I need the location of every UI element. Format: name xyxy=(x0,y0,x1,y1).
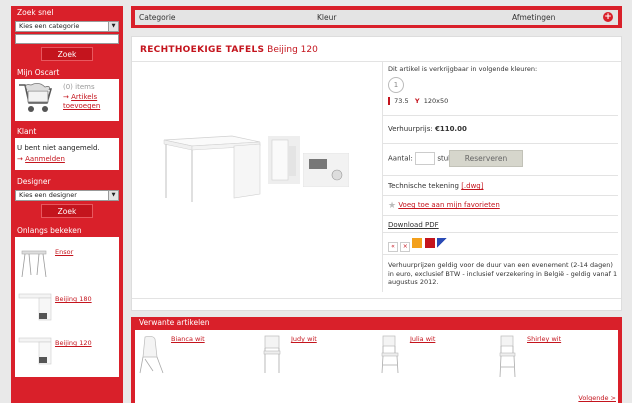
desk-thumbnail xyxy=(18,293,52,321)
mijn-oscart-box: (0) items → Artikels toevoegen xyxy=(15,79,119,121)
recent-item-label: Beijing 180 xyxy=(55,295,92,303)
mijn-oscart-title: Mijn Oscart xyxy=(11,66,123,79)
related-item-label: Bianca wit xyxy=(171,335,205,343)
category-select[interactable]: Kies een categorie ▼ xyxy=(15,21,119,32)
color-swatch[interactable]: 1 xyxy=(388,77,404,93)
recent-box: Ensor Beijing 180 Beijing 120 xyxy=(15,237,119,377)
download-section: Download PDF xyxy=(383,216,618,233)
related-item-label: Judy wit xyxy=(291,335,317,343)
colors-section: Dit artikel is verkrijgbaar in volgende … xyxy=(383,62,618,116)
rss-icon[interactable] xyxy=(412,238,423,248)
login-link-label: Aanmelden xyxy=(25,155,65,163)
add-articles-link-line2: toevoegen xyxy=(63,102,101,110)
login-link[interactable]: → Aanmelden xyxy=(17,155,119,163)
tech-drawing-link[interactable]: [.dwg] xyxy=(461,182,483,190)
klant-box: U bent niet aangemeld. → Aanmelden xyxy=(15,138,119,170)
expand-filters-icon[interactable]: + xyxy=(603,12,613,22)
share-section: « × xyxy=(383,233,618,255)
recent-item-label: Ensor xyxy=(55,248,74,256)
recent-item[interactable]: Ensor xyxy=(15,243,119,283)
product-category: RECHTHOEKIGE TAFELS xyxy=(140,45,265,55)
recent-title: Onlangs bekeken xyxy=(11,224,123,237)
login-status: U bent niet aangemeld. xyxy=(17,144,100,152)
stool-thumbnail xyxy=(21,250,47,278)
recent-item-label: Beijing 120 xyxy=(55,339,92,347)
price-label: Verhuurprijs: xyxy=(388,125,433,133)
print-icon[interactable]: « xyxy=(388,242,398,252)
star-icon: ★ xyxy=(388,201,397,211)
sidebar: Zoek snel Kies een categorie ▼ Zoek Mijn… xyxy=(11,6,123,403)
main-content: Categorie Kleur Afmetingen + RECHTHOEKIG… xyxy=(131,6,622,403)
designer-select-value: Kies een designer xyxy=(19,191,77,199)
chair-thumbnail xyxy=(381,335,399,374)
related-item-label: Julia wit xyxy=(410,335,436,343)
recent-item[interactable]: Beijing 120 xyxy=(15,331,119,371)
order-section: Aantal: stuks Reserveren xyxy=(383,144,618,176)
chevron-down-icon: ▼ xyxy=(108,22,118,31)
related-articles: Verwante artikelen Bianca wit Judy wit J… xyxy=(131,317,622,403)
email-icon[interactable]: × xyxy=(400,242,411,252)
desk-thumbnail xyxy=(18,337,52,365)
reserve-button[interactable]: Reserveren xyxy=(449,150,523,167)
price-section: Verhuurprijs: €110.00 xyxy=(383,116,618,144)
pdf-icon[interactable] xyxy=(424,238,435,248)
product-panel: RECHTHOEKIGE TAFELS Beijing 120 Dit arti… xyxy=(131,36,622,311)
filter-categorie[interactable]: Categorie xyxy=(139,13,176,22)
recent-item[interactable]: Beijing 180 xyxy=(15,287,119,327)
related-item[interactable]: Julia wit xyxy=(378,335,435,377)
related-item-label: Shirley wit xyxy=(527,335,562,343)
height-icon xyxy=(388,97,390,105)
add-articles-link-line1: Artikels xyxy=(71,93,98,101)
designer-title: Designer xyxy=(11,175,123,188)
designer-box: Kies een designer ▼ Zoek xyxy=(11,188,123,222)
price-value: €110.00 xyxy=(434,125,467,133)
chevron-down-icon: ▼ xyxy=(108,191,118,200)
designer-select[interactable]: Kies een designer ▼ xyxy=(15,190,119,201)
category-select-value: Kies een categorie xyxy=(19,22,80,30)
product-main-image[interactable] xyxy=(162,134,262,204)
tech-drawing-section: Technische tekening [.dwg] xyxy=(383,176,618,196)
colors-text: Dit artikel is verkrijgbaar in volgende … xyxy=(388,65,538,73)
cart-items-count: (0) items xyxy=(63,83,95,91)
product-info: Dit artikel is verkrijgbaar in volgende … xyxy=(383,62,618,287)
search-box-title: Zoek snel xyxy=(11,6,123,19)
related-item[interactable]: Judy wit xyxy=(259,335,317,377)
favorite-link[interactable]: Voeg toe aan mijn favorieten xyxy=(398,201,499,209)
filter-kleur[interactable]: Kleur xyxy=(317,13,336,22)
favorite-section: ★ Voeg toe aan mijn favorieten xyxy=(383,196,618,216)
divider xyxy=(132,298,621,299)
related-item[interactable]: Shirley wit xyxy=(495,335,561,381)
height-value: 73.5 xyxy=(394,97,409,105)
next-link[interactable]: Volgende > xyxy=(578,394,616,402)
designer-search-button[interactable]: Zoek xyxy=(41,204,93,218)
filter-bar: Categorie Kleur Afmetingen + xyxy=(131,6,622,28)
shopping-cart-icon xyxy=(19,83,52,112)
search-box: Kies een categorie ▼ Zoek xyxy=(11,19,123,65)
product-title: RECHTHOEKIGE TAFELS Beijing 120 xyxy=(140,45,318,55)
search-input[interactable] xyxy=(15,34,119,44)
filter-afmetingen[interactable]: Afmetingen xyxy=(512,13,555,22)
qty-label: Aantal: xyxy=(388,154,413,163)
price-note: Verhuurprijzen geldig voor de duur van e… xyxy=(388,261,618,286)
product-thumbnail-side[interactable] xyxy=(268,136,300,184)
color-swatch-count: 1 xyxy=(393,81,399,89)
related-title: Verwante artikelen xyxy=(135,317,618,330)
chair-thumbnail xyxy=(499,335,516,378)
product-name: Beijing 120 xyxy=(267,45,318,55)
search-button[interactable]: Zoek xyxy=(41,47,93,61)
tech-drawing-label: Technische tekening xyxy=(388,182,459,190)
delicious-icon[interactable] xyxy=(436,238,447,248)
klant-title: Klant xyxy=(11,125,123,138)
quantity-input[interactable] xyxy=(415,152,436,165)
chair-thumbnail xyxy=(263,335,281,373)
related-item[interactable]: Bianca wit xyxy=(139,335,205,377)
add-articles-link[interactable]: → Artikels toevoegen xyxy=(63,93,100,111)
dimensions: 73.5 Y 120x50 xyxy=(388,97,618,105)
product-thumbnail-detail[interactable] xyxy=(303,153,349,187)
size-value: 120x50 xyxy=(423,97,449,105)
chair-thumbnail xyxy=(139,335,164,374)
download-pdf-link[interactable]: Download PDF xyxy=(388,221,439,229)
size-icon: Y xyxy=(414,97,420,105)
